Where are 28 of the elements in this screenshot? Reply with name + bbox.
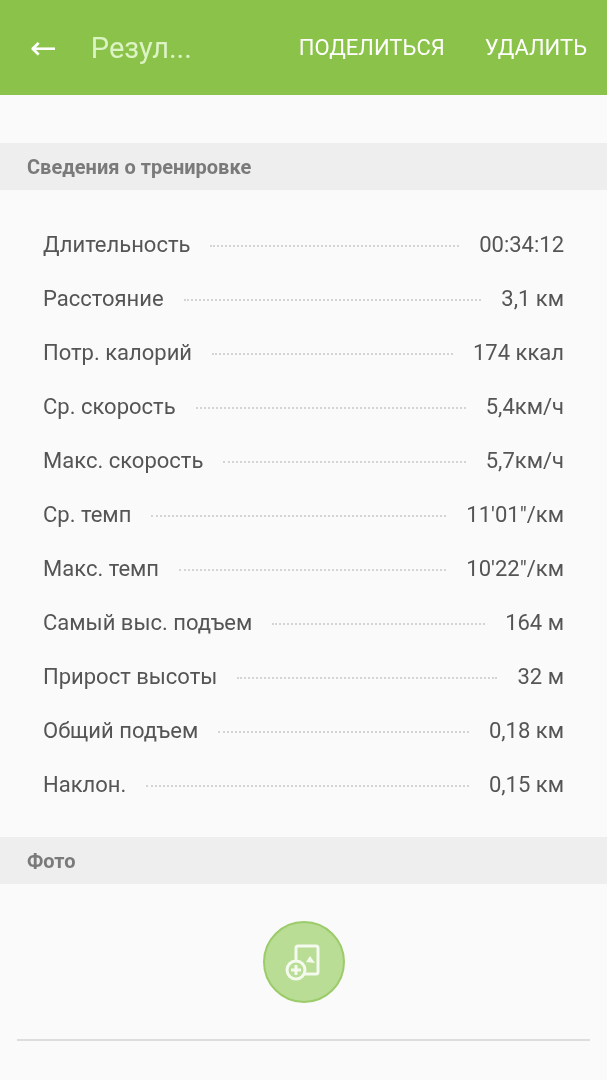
- stat-label: Длительность: [43, 231, 191, 257]
- stat-value: 10'22"/км: [466, 555, 564, 581]
- stat-label: Общий подъем: [43, 717, 199, 743]
- section-header: Фото: [0, 837, 607, 884]
- action-button[interactable]: УДАЛИТЬ: [484, 35, 587, 60]
- stat-label: Прирост высоты: [43, 663, 218, 689]
- section-header: Сведения о тренировке: [0, 143, 607, 190]
- stat-value: 164 м: [505, 609, 564, 635]
- stat-value: 32 м: [517, 663, 564, 689]
- stat-value: 11'01"/км: [466, 501, 564, 527]
- stat-label: Наклон.: [43, 771, 127, 797]
- stat-value: 174 ккал: [472, 339, 564, 365]
- stat-value: 5,7км/ч: [485, 447, 564, 473]
- stat-label: Макс. темп: [43, 555, 160, 581]
- stat-value: 0,15 км: [488, 771, 564, 797]
- stat-label: Самый выс. подъем: [43, 609, 253, 635]
- stat-value: 0,18 км: [488, 717, 564, 743]
- stat-label: Макс. скорость: [43, 447, 204, 473]
- stat-label: Ср. темп: [43, 501, 132, 527]
- stat-value: 3,1 км: [501, 285, 564, 311]
- action-button[interactable]: ПОДЕЛИТЬСЯ: [298, 35, 445, 60]
- screen-title: Резул...: [90, 30, 192, 65]
- stat-value: 00:34:12: [479, 231, 564, 257]
- stat-label: Расстояние: [43, 285, 164, 311]
- stat-label: Потр. калорий: [43, 339, 193, 365]
- stat-value: 5,4км/ч: [485, 393, 564, 419]
- back-button[interactable]: ←: [30, 28, 57, 67]
- stat-label: Ср. скорость: [43, 393, 176, 419]
